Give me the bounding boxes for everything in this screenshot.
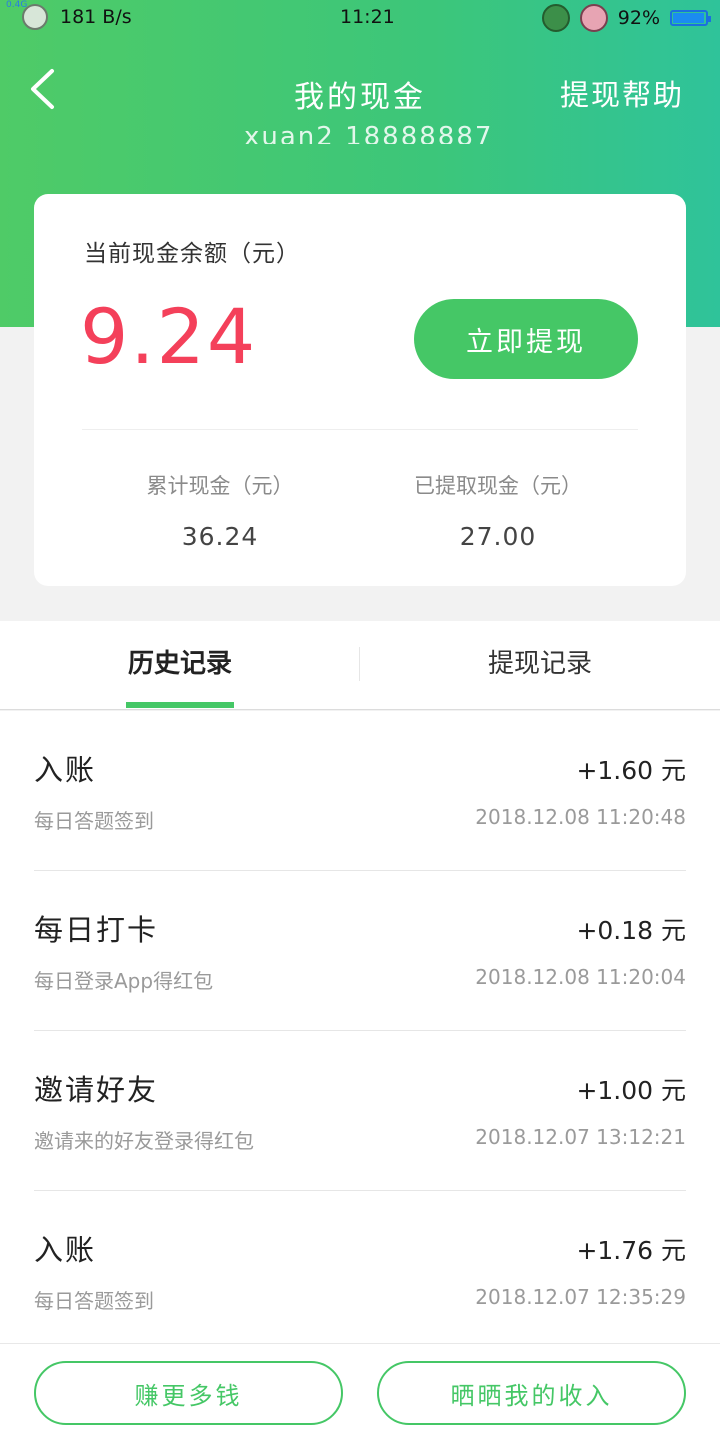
record-time: 2018.12.07 13:12:21 <box>475 1125 686 1149</box>
nav-bar: 我的现金 提现帮助 <box>0 56 720 126</box>
list-item[interactable]: 每日打卡 +0.18 元 每日登录App得红包 2018.12.08 11:20… <box>34 871 686 1031</box>
record-time: 2018.12.08 11:20:04 <box>475 965 686 989</box>
app-notification-icon <box>541 4 570 32</box>
balance-amount: 9.24 <box>80 292 258 381</box>
record-time: 2018.12.08 11:20:48 <box>475 805 686 829</box>
record-subtitle: 邀请来的好友登录得红包 <box>34 1129 254 1153</box>
list-item[interactable]: 邀请好友 +1.00 元 邀请来的好友登录得红包 2018.12.07 13:1… <box>34 1031 686 1191</box>
divider <box>82 429 638 430</box>
withdrawn-cash-stat: 已提取现金（元） 27.00 <box>398 470 598 551</box>
stat-label: 累计现金（元） <box>146 474 294 498</box>
balance-label: 当前现金余额（元） <box>84 241 300 267</box>
record-title: 邀请好友 <box>34 1073 159 1107</box>
clock: 11:21 <box>340 6 395 28</box>
stat-value: 36.24 <box>181 522 259 551</box>
network-speed: 181 B/s <box>60 6 132 28</box>
status-bar: 0.4G 181 B/s 11:21 92% <box>0 0 720 36</box>
record-title: 每日打卡 <box>34 913 159 947</box>
tab-history[interactable]: 历史记录 <box>30 621 330 710</box>
list-item[interactable]: 入账 +1.60 元 每日答题签到 2018.12.08 11:20:48 <box>34 711 686 871</box>
earn-more-button[interactable]: 赚更多钱 <box>34 1361 343 1425</box>
app-notification-icon <box>579 4 608 32</box>
record-title: 入账 <box>34 1233 97 1267</box>
record-tabs: 历史记录 提现记录 <box>0 621 720 710</box>
record-subtitle: 每日答题签到 <box>34 1289 154 1313</box>
record-subtitle: 每日登录App得红包 <box>34 969 214 993</box>
record-time: 2018.12.07 12:35:29 <box>475 1285 686 1309</box>
list-item[interactable]: 入账 +1.76 元 每日答题签到 2018.12.07 12:35:29 <box>34 1191 686 1343</box>
battery-icon <box>670 10 711 26</box>
record-amount: +1.60 元 <box>576 756 686 785</box>
bottom-action-bar: 赚更多钱 晒晒我的收入 <box>0 1343 720 1440</box>
history-list: 入账 +1.60 元 每日答题签到 2018.12.08 11:20:48 每日… <box>0 711 720 1343</box>
withdraw-now-button[interactable]: 立即提现 <box>414 299 638 379</box>
record-amount: +1.00 元 <box>576 1076 686 1105</box>
divider <box>359 647 360 681</box>
balance-card: 当前现金余额（元） 9.24 立即提现 累计现金（元） 36.24 已提取现金（… <box>34 194 686 586</box>
withdraw-help-link[interactable]: 提现帮助 <box>560 72 684 114</box>
stat-label: 已提取现金（元） <box>414 474 582 498</box>
record-subtitle: 每日答题签到 <box>34 809 154 833</box>
stat-value: 27.00 <box>459 522 537 551</box>
total-cash-stat: 累计现金（元） 36.24 <box>120 470 320 551</box>
record-amount: +1.76 元 <box>576 1236 686 1265</box>
battery-percent: 92% <box>617 7 660 29</box>
record-title: 入账 <box>34 753 97 787</box>
active-tab-indicator <box>126 702 234 708</box>
share-income-button[interactable]: 晒晒我的收入 <box>377 1361 686 1425</box>
record-amount: +0.18 元 <box>576 916 686 945</box>
account-id: xuan2 18888887 <box>244 122 494 144</box>
tab-withdraw-records[interactable]: 提现记录 <box>390 621 690 710</box>
notification-avatar-icon <box>22 4 48 30</box>
